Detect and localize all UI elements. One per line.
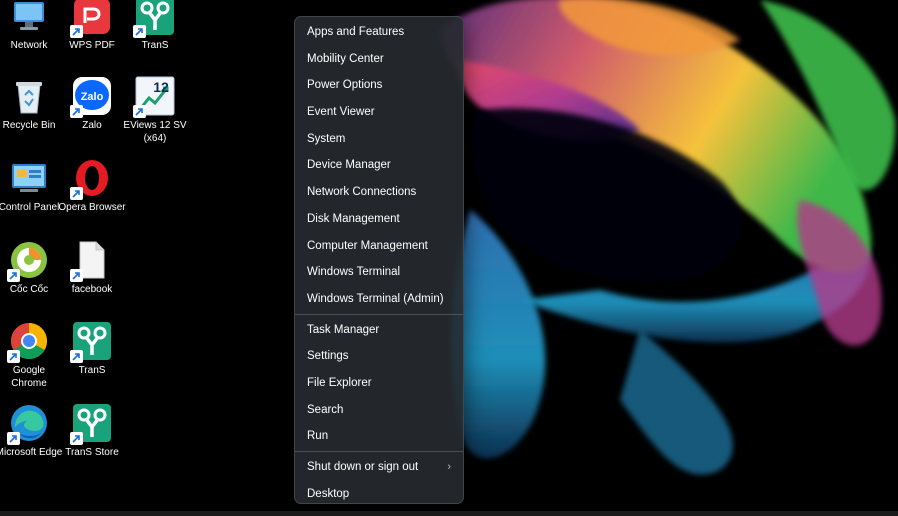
menu-item-windows-terminal[interactable]: Windows Terminal xyxy=(295,259,463,286)
desktop-icon-label: Network xyxy=(10,40,48,51)
desktop-icon-chrome[interactable]: Google Chrome xyxy=(0,321,60,397)
desktop-icon-label: TranS xyxy=(141,40,169,51)
desktop-icon-label: Opera Browser xyxy=(58,202,126,213)
trans-icon xyxy=(133,0,175,38)
menu-item-system[interactable]: System xyxy=(295,126,463,153)
shortcut-arrow-icon xyxy=(7,269,20,282)
desktop-icon-network[interactable]: Network xyxy=(0,0,60,72)
menu-item-task-manager[interactable]: Task Manager xyxy=(295,317,463,344)
desktop-icon-label: EViews 12 SV (x64) xyxy=(123,120,187,144)
menu-item-label: Shut down or sign out xyxy=(307,461,419,473)
desktop-icon-label: Recycle Bin xyxy=(2,120,56,131)
desktop-icon-control-panel[interactable]: Control Panel xyxy=(0,158,60,234)
chevron-right-icon: › xyxy=(447,461,451,473)
eviews-icon: 12 xyxy=(133,76,175,118)
desktop-icon-trans-top[interactable]: TranS xyxy=(124,0,186,72)
menu-item-computer-management[interactable]: Computer Management xyxy=(295,233,463,260)
desktop-icon-zalo[interactable]: Zalo Zalo xyxy=(61,76,123,152)
shortcut-arrow-icon xyxy=(133,25,146,38)
desktop-icon-facebook[interactable]: facebook xyxy=(61,240,123,316)
menu-item-settings[interactable]: Settings xyxy=(295,343,463,370)
menu-item-run[interactable]: Run xyxy=(295,423,463,450)
taskbar[interactable] xyxy=(0,511,898,516)
trans-icon xyxy=(70,321,112,363)
desktop-icon-coc-coc[interactable]: Cốc Cốc xyxy=(0,240,60,316)
shortcut-arrow-icon xyxy=(70,105,83,118)
chrome-icon xyxy=(7,321,49,363)
zalo-icon: Zalo xyxy=(70,76,112,118)
file-icon xyxy=(70,240,112,282)
desktop-icon-trans[interactable]: TranS xyxy=(61,321,123,397)
desktop-icon-label: Google Chrome xyxy=(11,365,47,389)
shortcut-arrow-icon xyxy=(7,350,20,363)
shortcut-arrow-icon xyxy=(7,432,20,445)
shortcut-arrow-icon xyxy=(70,432,83,445)
desktop-icon-label: Microsoft Edge xyxy=(0,447,63,458)
menu-item-file-explorer[interactable]: File Explorer xyxy=(295,370,463,397)
menu-item-disk-management[interactable]: Disk Management xyxy=(295,206,463,233)
menu-separator xyxy=(295,313,463,315)
desktop-icon-label: WPS PDF xyxy=(69,40,115,51)
menu-item-windows-terminal-admin[interactable]: Windows Terminal (Admin) xyxy=(295,286,463,313)
opera-icon xyxy=(70,158,112,200)
trans-icon xyxy=(70,403,112,445)
desktop-icon-label: Cốc Cốc xyxy=(9,284,49,295)
menu-separator xyxy=(295,451,463,452)
coc-coc-icon xyxy=(7,240,49,282)
menu-item-device-manager[interactable]: Device Manager xyxy=(295,152,463,179)
desktop-icon-eviews[interactable]: 12 EViews 12 SV (x64) xyxy=(123,76,187,152)
shortcut-arrow-icon xyxy=(70,269,83,282)
shortcut-arrow-icon xyxy=(70,350,83,363)
menu-item-network-connections[interactable]: Network Connections xyxy=(295,179,463,206)
menu-item-shut-down-or-sign-out[interactable]: Shut down or sign out › xyxy=(295,454,463,481)
desktop-icon-recycle-bin[interactable]: Recycle Bin xyxy=(0,76,60,152)
edge-icon xyxy=(7,403,49,445)
desktop-icon-wps-pdf[interactable]: WPS PDF xyxy=(61,0,123,72)
desktop-icon-label: Zalo xyxy=(82,120,102,131)
desktop-icon-label: TranS xyxy=(78,365,106,376)
menu-item-mobility-center[interactable]: Mobility Center xyxy=(295,46,463,73)
desktop-icon-trans-store[interactable]: TranS Store xyxy=(61,403,123,479)
desktop-icon-label: TranS Store xyxy=(65,447,119,458)
network-icon xyxy=(9,0,49,36)
eviews-badge: 12 xyxy=(153,79,169,95)
shortcut-arrow-icon xyxy=(70,25,83,38)
recycle-bin-icon xyxy=(9,76,49,116)
svg-text:Zalo: Zalo xyxy=(81,91,104,103)
desktop-icon-opera[interactable]: Opera Browser xyxy=(58,158,126,234)
menu-item-desktop[interactable]: Desktop xyxy=(295,481,463,508)
shortcut-arrow-icon xyxy=(133,105,146,118)
desktop[interactable]: Network Recycle Bin Control Panel Cốc Cố… xyxy=(0,0,898,516)
desktop-icon-label: Control Panel xyxy=(0,202,60,213)
desktop-icon-edge[interactable]: Microsoft Edge xyxy=(0,403,62,479)
wps-pdf-icon xyxy=(70,0,112,38)
menu-item-apps-and-features[interactable]: Apps and Features xyxy=(295,19,463,46)
desktop-icon-label: facebook xyxy=(71,284,113,295)
control-panel-icon xyxy=(9,158,49,198)
menu-item-power-options[interactable]: Power Options xyxy=(295,72,463,99)
shortcut-arrow-icon xyxy=(70,187,83,200)
menu-item-event-viewer[interactable]: Event Viewer xyxy=(295,99,463,126)
menu-item-search[interactable]: Search xyxy=(295,397,463,424)
winx-context-menu: Apps and Features Mobility Center Power … xyxy=(294,16,464,504)
